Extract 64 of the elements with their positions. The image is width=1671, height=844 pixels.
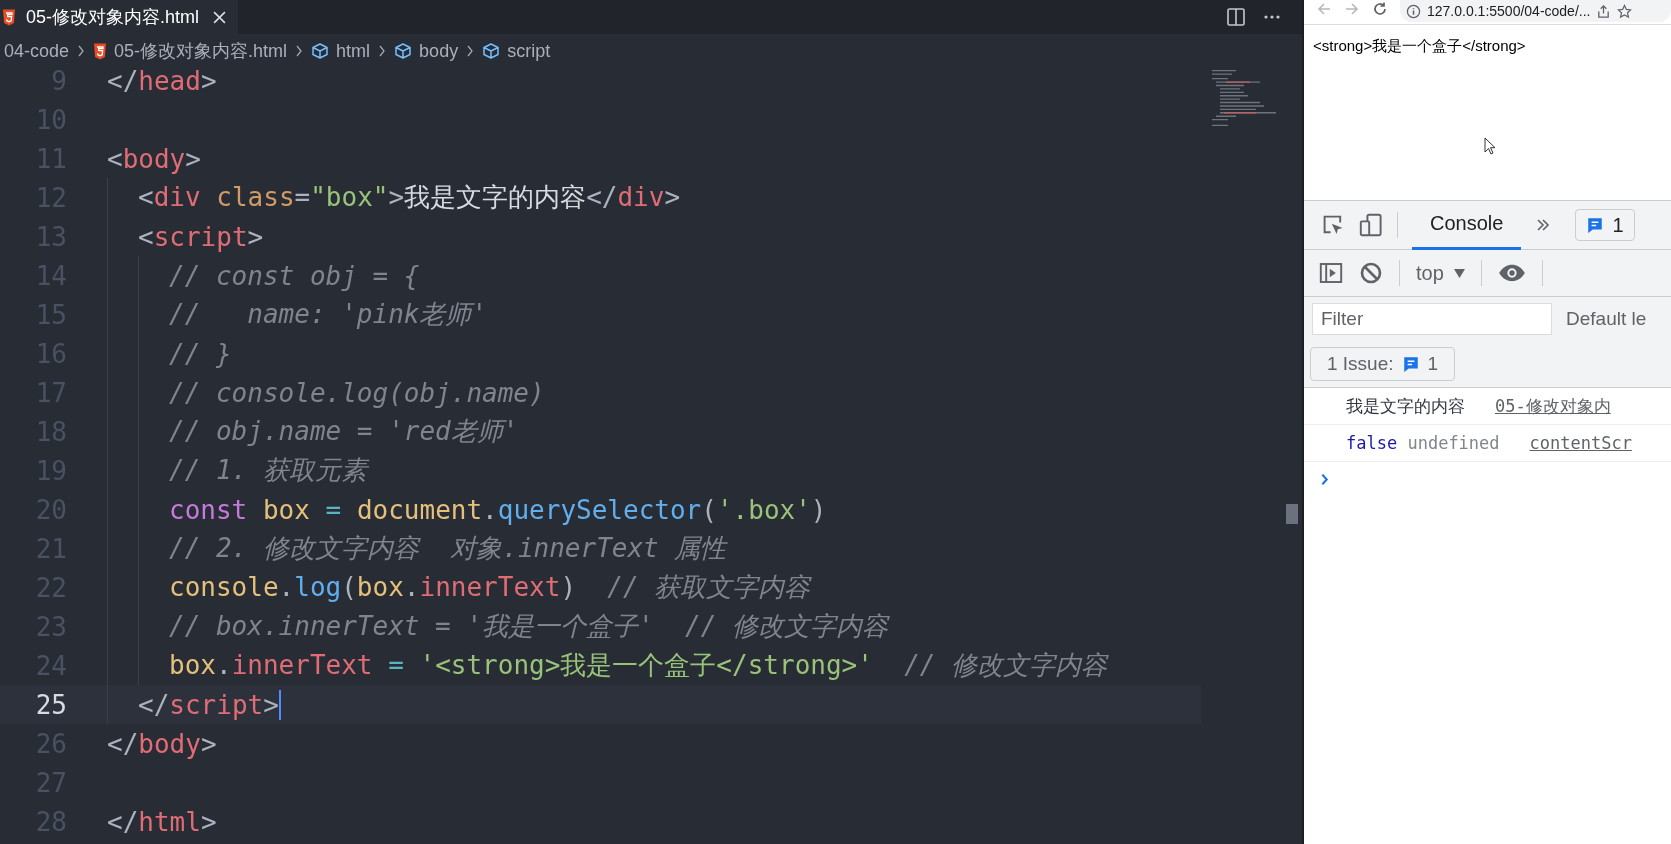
cube-icon — [311, 42, 330, 60]
page-text: <strong>我是一个盒子</strong> — [1313, 37, 1526, 56]
code-line: // obj.name = 'red老师' — [169, 415, 519, 448]
chevron-icon — [466, 45, 475, 57]
close-icon[interactable] — [213, 10, 227, 24]
code-line: console.log(box.innerText) // 获取文字内容 — [169, 571, 811, 604]
code-line: // const obj = { — [169, 260, 420, 291]
split-editor-icon[interactable] — [1226, 7, 1246, 27]
device-icon[interactable] — [1359, 213, 1383, 237]
message-icon — [1401, 355, 1420, 373]
code-line: <body> — [107, 143, 201, 174]
prompt-icon — [1320, 472, 1329, 486]
breadcrumb-item[interactable]: script — [507, 40, 551, 62]
html-file-icon — [2, 8, 16, 26]
code-line: // box.innerText = '我是一个盒子' // 修改文字内容 — [169, 610, 888, 643]
console-message: 我是文字的内容 — [1346, 394, 1465, 418]
eye-icon[interactable] — [1497, 263, 1526, 283]
cube-icon — [394, 42, 413, 60]
source-link[interactable]: contentScr — [1529, 433, 1632, 453]
code-line: <div class="box">我是文字的内容</div> — [138, 181, 681, 214]
breadcrumb-item[interactable]: 05-修改对象内容.html — [114, 39, 288, 63]
console-message: false undefined — [1346, 433, 1500, 453]
pointer-cursor-icon — [1484, 137, 1496, 155]
code-line: </head> — [107, 68, 217, 96]
code-line: // name: 'pink老师' — [169, 298, 488, 331]
filter-field[interactable]: Filter — [1312, 303, 1552, 335]
message-icon — [1586, 216, 1605, 234]
chevron-icon — [295, 45, 304, 57]
code-line: // 1. 获取元素 — [169, 454, 367, 487]
code-line: const box = document.querySelector('.box') — [169, 494, 827, 525]
scrollbar-thumb[interactable] — [1286, 504, 1298, 524]
log-levels-dropdown[interactable]: Default le — [1566, 308, 1647, 330]
star-icon[interactable] — [1617, 3, 1633, 19]
code-line: </script> — [138, 689, 279, 720]
clear-icon[interactable] — [1359, 261, 1383, 285]
code-line: </body> — [107, 728, 217, 759]
breadcrumb-item[interactable]: 04-code — [4, 40, 70, 62]
editor-tab[interactable]: 05-修改对象内容.html — [0, 0, 239, 34]
issues-button[interactable]: 1 Issue: 1 — [1310, 347, 1456, 381]
cube-icon — [482, 42, 501, 60]
info-icon — [1406, 3, 1421, 19]
chevron-icon — [378, 45, 387, 57]
minimap — [1212, 70, 1276, 126]
chevron-icon — [77, 45, 86, 57]
breadcrumb-item[interactable]: body — [419, 40, 459, 62]
source-link[interactable]: 05-修改对象内 — [1495, 394, 1611, 418]
code-line: <script> — [138, 221, 264, 252]
code-line: box.innerText = '<strong>我是一个盒子</strong>' // 修改文字内容 — [169, 649, 1108, 682]
context-dropdown[interactable]: top — [1416, 261, 1465, 285]
dropdown-icon — [1453, 268, 1465, 278]
code-line: </html> — [107, 806, 217, 837]
sidebar-icon[interactable] — [1319, 261, 1343, 285]
text-cursor — [278, 689, 281, 720]
breadcrumb-item[interactable]: html — [336, 40, 371, 62]
reload-icon[interactable] — [1372, 1, 1388, 17]
line-number: 25 — [34, 689, 67, 720]
share-icon[interactable] — [1596, 3, 1612, 19]
code-line: // 2. 修改文字内容 对象.innerText 属性 — [169, 532, 727, 565]
html-file-icon — [93, 42, 108, 60]
code-line: // console.log(obj.name) — [169, 377, 545, 408]
more-tabs-icon[interactable] — [1535, 217, 1552, 233]
issues-badge[interactable]: 1 — [1575, 209, 1635, 241]
code-line: // } — [169, 338, 232, 369]
address-bar[interactable]: 127.0.0.1:5500/04-code/... — [1400, 0, 1671, 22]
